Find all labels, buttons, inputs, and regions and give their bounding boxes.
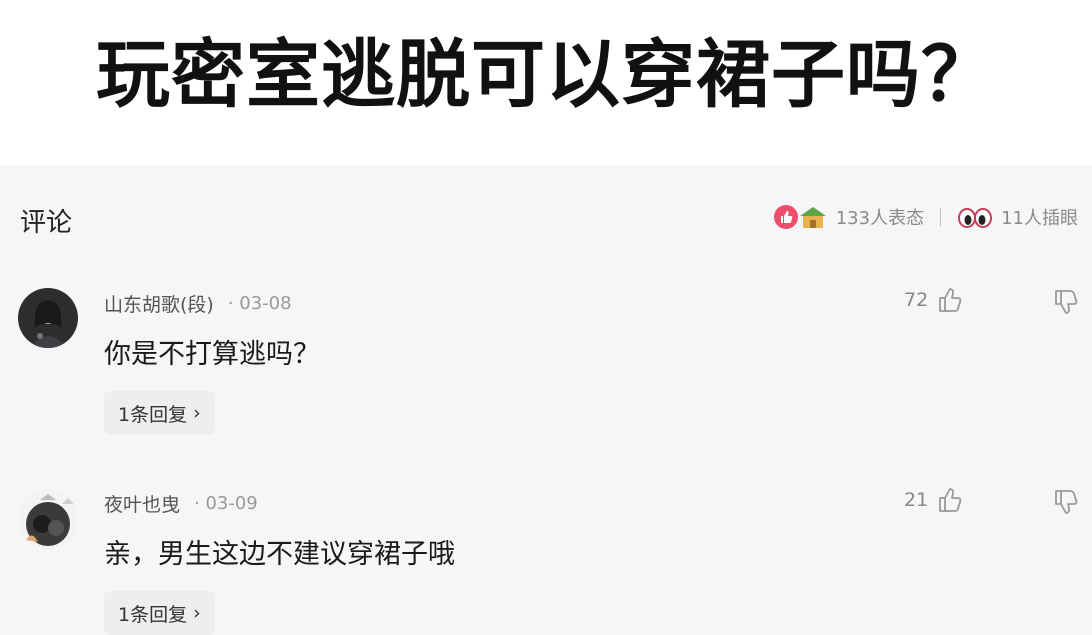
thumbs-down-outline-icon[interactable]	[1052, 288, 1080, 316]
thumbs-up-icon	[773, 205, 798, 229]
reaction-stats[interactable]: 133人表态 11人插眼	[773, 202, 1078, 232]
chevron-right-icon: ›	[193, 402, 201, 424]
thumbs-up-outline-icon	[939, 488, 962, 512]
thumbs-down-outline-icon[interactable]	[1052, 488, 1080, 516]
comment-text: 你是不打算逃吗？	[104, 339, 320, 370]
eyes-icon	[958, 208, 993, 228]
avatar[interactable]	[18, 288, 78, 348]
reply-button[interactable]: 1条回复 ›	[104, 591, 215, 635]
thumbs-up-outline-icon	[939, 288, 962, 312]
comments-heading: 评论	[20, 208, 73, 238]
reply-label: 1条回复	[118, 403, 188, 426]
avatar[interactable]	[18, 490, 78, 550]
stats-divider	[940, 208, 942, 226]
comment-date: · 03-09	[194, 493, 258, 514]
comment-meta: 夜叶也曳 · 03-09	[104, 490, 258, 517]
reactions-count: 133人表态	[835, 208, 925, 229]
like-button[interactable]: 21	[904, 486, 964, 514]
comment-meta: 山东胡歌(段) · 03-08	[104, 290, 292, 317]
watchers-count: 11人插眼	[1001, 208, 1078, 229]
comment-text: 亲，男生这边不建议穿裙子哦	[104, 539, 455, 570]
reply-label: 1条回复	[118, 603, 188, 626]
comment-item: 山东胡歌(段) · 03-08 你是不打算逃吗？ 1条回复 › 72	[0, 280, 1092, 440]
comments-header: 评论 133人表态 11人插眼	[0, 190, 1092, 246]
comment-author[interactable]: 夜叶也曳	[104, 490, 180, 517]
comment-item: 夜叶也曳 · 03-09 亲，男生这边不建议穿裙子哦 1条回复 › 21	[0, 480, 1092, 635]
comment-date: · 03-08	[227, 293, 292, 314]
comment-author[interactable]: 山东胡歌(段)	[104, 290, 214, 317]
like-button[interactable]: 72	[904, 286, 964, 314]
page-title: 玩密室逃脱可以穿裙子吗？	[96, 32, 996, 118]
reply-button[interactable]: 1条回复 ›	[104, 391, 215, 435]
chevron-right-icon: ›	[193, 602, 201, 624]
house-icon	[799, 207, 826, 228]
like-count: 21	[904, 489, 929, 511]
like-count: 72	[904, 289, 929, 311]
